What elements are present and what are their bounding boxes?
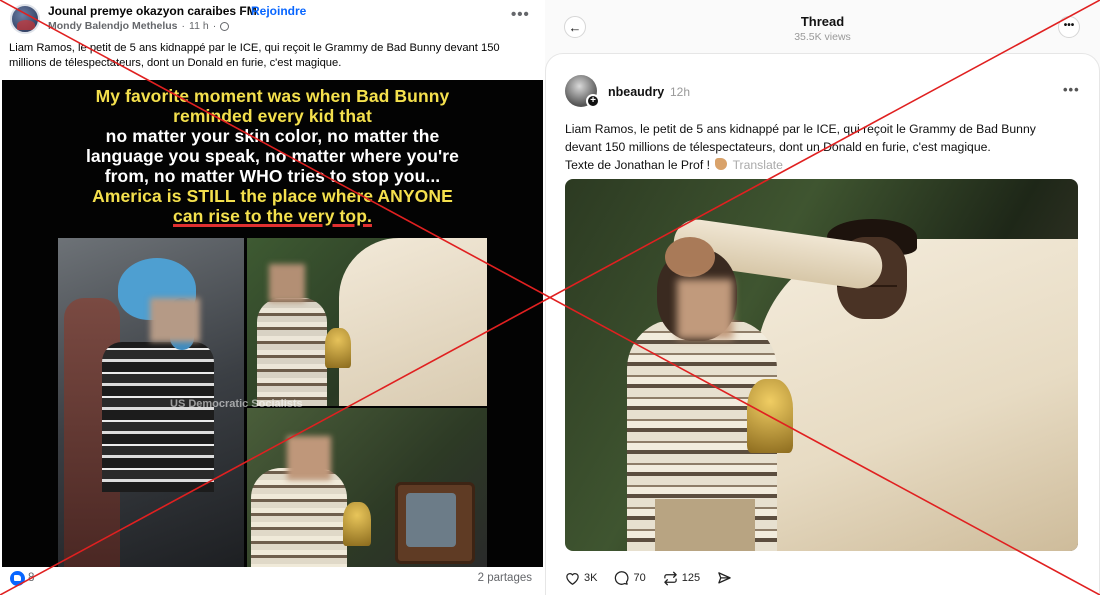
page-title: Thread: [800, 14, 845, 29]
khaki-pants: [655, 499, 755, 551]
like-button[interactable]: 3K: [565, 571, 597, 585]
post-time[interactable]: 12h: [670, 85, 690, 99]
threads-post: ← Thread 35.5K views ••• + nbeaudry 12h …: [545, 0, 1100, 595]
post-caption: Liam Ramos, le petit de 5 ans kidnappé p…: [9, 42, 500, 69]
photo-boy-with-grammy: [247, 408, 487, 567]
repost-button[interactable]: 125: [663, 571, 700, 586]
meme-line-3: no matter your skin color, no matter the: [105, 126, 440, 146]
separator-dot: ·: [240, 4, 244, 18]
screenshot-composite: Jounal premye okazyon caraibes FM · Rejo…: [0, 0, 1100, 595]
globe-icon: [220, 21, 230, 31]
text-line-1: Liam Ramos, le petit de 5 ans kidnappé p…: [565, 122, 1036, 136]
repost-icon: [663, 571, 677, 585]
send-icon: [718, 571, 731, 583]
blurred-face: [287, 436, 331, 480]
meme-line-6: America is STILL the place where ANYONE: [92, 186, 453, 206]
grammy-trophy: [747, 379, 793, 453]
vintage-tv: [395, 482, 475, 564]
like-count: 3K: [584, 572, 598, 584]
heart-icon: [566, 573, 579, 585]
meme-line-1: My favorite moment was when Bad Bunny: [95, 86, 450, 106]
author-name[interactable]: Mondy Balendjo Methelus: [48, 20, 178, 32]
reaction-count[interactable]: 8: [28, 572, 34, 584]
post-image[interactable]: [565, 179, 1078, 551]
share-count[interactable]: 2 partages: [478, 572, 532, 584]
share-button[interactable]: [717, 571, 732, 586]
post-text: Liam Ramos, le petit de 5 ans kidnappé p…: [565, 120, 1075, 174]
post-footer: 8 2 partages: [8, 571, 538, 589]
thread-options-button[interactable]: •••: [1058, 16, 1080, 38]
comment-count: 70: [633, 572, 646, 584]
facebook-post: Jounal premye okazyon caraibes FM · Rejo…: [0, 0, 545, 595]
striped-shirt-boy: [257, 298, 327, 406]
meta-separator-2: ·: [212, 20, 217, 32]
speech-bubble-icon: [615, 570, 629, 585]
username[interactable]: nbeaudry: [608, 85, 664, 99]
post-image[interactable]: My favorite moment was when Bad Bunny re…: [2, 80, 543, 567]
meme-line-2: reminded every kid that: [173, 106, 372, 126]
post-time[interactable]: 11 h: [189, 20, 209, 32]
meme-line-4: language you speak, no matter where you'…: [85, 146, 460, 166]
blurred-face: [269, 264, 305, 302]
cream-jacket: [755, 239, 1078, 551]
photo-grammy-handoff: [247, 238, 487, 406]
post-header: Jounal premye okazyon caraibes FM · Rejo…: [8, 4, 538, 36]
more-options-button[interactable]: •••: [511, 6, 530, 23]
text-line-3-wrap: Texte de Jonathan le Prof ! Translate: [565, 156, 1075, 174]
meme-line-5: from, no matter WHO tries to stop you...: [104, 166, 441, 186]
cream-jacket: [339, 238, 487, 406]
meme-text: My favorite moment was when Bad Bunny re…: [2, 86, 543, 226]
striped-shirt-boy: [251, 468, 347, 567]
more-options-button[interactable]: •••: [1063, 82, 1080, 97]
flexed-biceps-emoji: [715, 158, 728, 170]
thumbs-up-icon[interactable]: [10, 571, 25, 586]
meme-line-7: can rise to the very top.: [173, 206, 372, 226]
view-count: 35.5K views: [794, 31, 851, 43]
page-avatar[interactable]: [10, 4, 40, 34]
text-line-3: Texte de Jonathan le Prof !: [565, 158, 710, 172]
action-bar: 3K 70 125: [565, 568, 749, 588]
image-watermark: US Democratic Socialists: [170, 398, 303, 410]
blurred-face: [677, 279, 733, 339]
post-meta: Mondy Balendjo Methelus · 11 h ·: [48, 20, 230, 32]
grammy-trophy: [325, 328, 351, 368]
blurred-face: [150, 298, 200, 342]
meta-separator: ·: [181, 20, 186, 32]
plaid-shirt: [102, 342, 214, 492]
grammy-trophy: [343, 502, 371, 546]
page-name[interactable]: Jounal premye okazyon caraibes FM: [48, 4, 257, 18]
repost-count: 125: [681, 572, 701, 584]
translate-link[interactable]: Translate: [733, 158, 783, 172]
text-line-2: devant 150 millions de télespectateurs, …: [565, 140, 991, 154]
comment-button[interactable]: 70: [614, 570, 646, 586]
thread-card: + nbeaudry 12h ••• Liam Ramos, le petit …: [545, 53, 1100, 595]
join-button[interactable]: Rejoindre: [251, 4, 306, 18]
hand-on-head: [665, 237, 715, 277]
follow-plus-icon[interactable]: +: [586, 94, 600, 108]
